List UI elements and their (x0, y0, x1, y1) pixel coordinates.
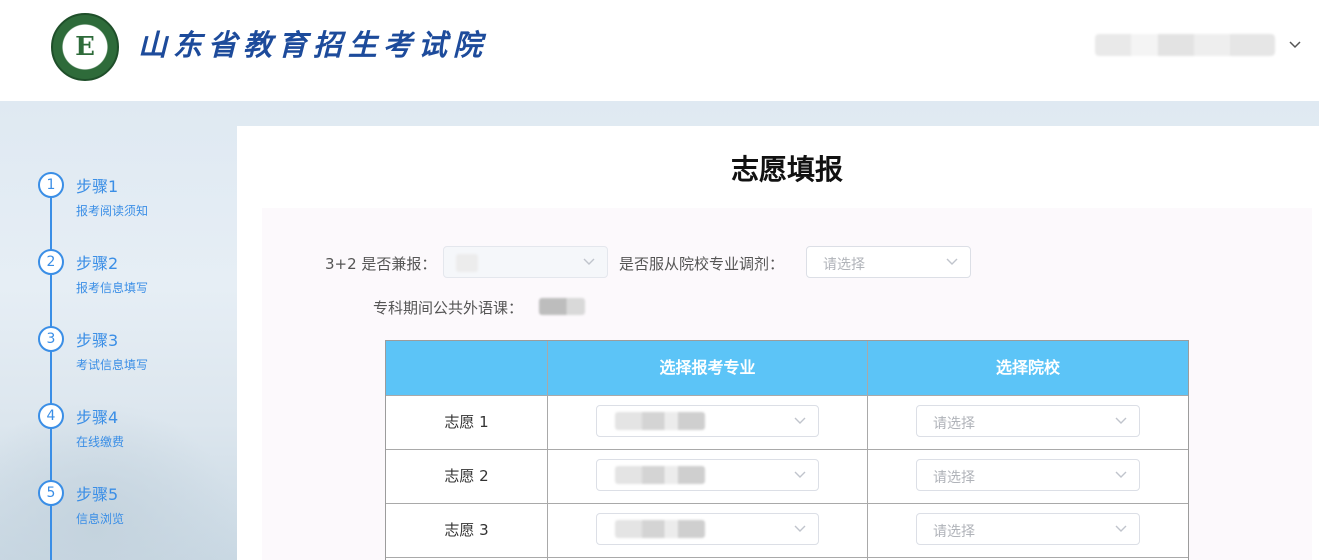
step-number: 1 (38, 172, 64, 198)
step-number: 4 (38, 403, 64, 429)
step-number: 3 (38, 326, 64, 352)
school-select[interactable]: 请选择 (916, 513, 1140, 545)
table-header-school: 选择院校 (995, 358, 1060, 377)
row-label: 志愿 3 (444, 521, 489, 539)
step-1[interactable]: 1 步骤1 报考阅读须知 (38, 170, 228, 230)
major-select[interactable] (596, 459, 819, 491)
major-select[interactable] (596, 405, 819, 437)
chevron-down-icon (794, 417, 806, 424)
school-placeholder: 请选择 (933, 416, 975, 432)
table-header-major: 选择报考专业 (548, 341, 868, 395)
redacted-major-value (615, 520, 705, 538)
chevron-down-icon (946, 258, 958, 265)
step-title: 步骤5 (76, 485, 119, 504)
table-header-empty (386, 341, 548, 395)
school-placeholder: 请选择 (933, 470, 975, 486)
step-title: 步骤3 (76, 331, 119, 350)
school-select[interactable]: 请选择 (916, 459, 1140, 491)
adjust-label: 是否服从院校专业调剂： (619, 255, 785, 273)
top-header: E 山东省教育招生考试院 (0, 0, 1319, 101)
school-placeholder: 请选择 (933, 524, 975, 540)
redacted-major-value (615, 466, 705, 484)
logo-letter: E (67, 29, 103, 65)
table-row: 志愿 1 请选择 (386, 395, 1188, 449)
step-subtitle: 报考阅读须知 (76, 204, 149, 218)
row-label: 志愿 2 (444, 467, 489, 485)
step-title: 步骤1 (76, 177, 119, 196)
dual-apply-select (443, 246, 608, 278)
redacted-value (456, 254, 478, 272)
major-select[interactable] (596, 513, 819, 545)
language-label: 专科期间公共外语课： (373, 299, 524, 317)
adjust-placeholder: 请选择 (823, 257, 865, 273)
step-number: 2 (38, 249, 64, 275)
step-number: 5 (38, 480, 64, 506)
institution-logo: E (51, 13, 119, 81)
org-title: 山东省教育招生考试院 (138, 28, 489, 62)
step-title: 步骤4 (76, 408, 119, 427)
chevron-down-icon (794, 525, 806, 532)
step-subtitle: 信息浏览 (76, 512, 125, 526)
page-title: 志愿填报 (730, 153, 843, 186)
step-subtitle: 报考信息填写 (76, 281, 149, 295)
row-label: 志愿 1 (444, 413, 489, 431)
chevron-down-icon (1115, 525, 1127, 532)
redacted-major-value (615, 412, 705, 430)
school-select[interactable]: 请选择 (916, 405, 1140, 437)
adjust-select[interactable]: 请选择 (806, 246, 971, 278)
volunteer-table: 选择报考专业 选择院校 志愿 1 请选择 志愿 2 请选择 志愿 3 请选择 (385, 340, 1189, 560)
step-subtitle: 在线缴费 (76, 435, 125, 449)
chevron-down-icon (794, 471, 806, 478)
step-subtitle: 考试信息填写 (76, 358, 149, 372)
step-4[interactable]: 4 步骤4 在线缴费 (38, 401, 228, 461)
step-3[interactable]: 3 步骤3 考试信息填写 (38, 324, 228, 384)
redacted-language-value (539, 298, 585, 315)
chevron-down-icon (1115, 471, 1127, 478)
chevron-down-icon (1115, 417, 1127, 424)
dual-apply-label: 3+2 是否兼报： (325, 255, 437, 273)
chevron-down-icon[interactable] (1286, 36, 1304, 54)
step-title: 步骤2 (76, 254, 119, 273)
chevron-down-icon (583, 258, 595, 265)
table-row: 志愿 3 请选择 (386, 503, 1188, 557)
step-5[interactable]: 5 步骤5 信息浏览 (38, 478, 228, 538)
table-row: 志愿 2 请选择 (386, 449, 1188, 503)
table-header-row: 选择报考专业 选择院校 (386, 341, 1188, 395)
step-2[interactable]: 2 步骤2 报考信息填写 (38, 247, 228, 307)
user-name-redacted[interactable] (1095, 34, 1275, 56)
